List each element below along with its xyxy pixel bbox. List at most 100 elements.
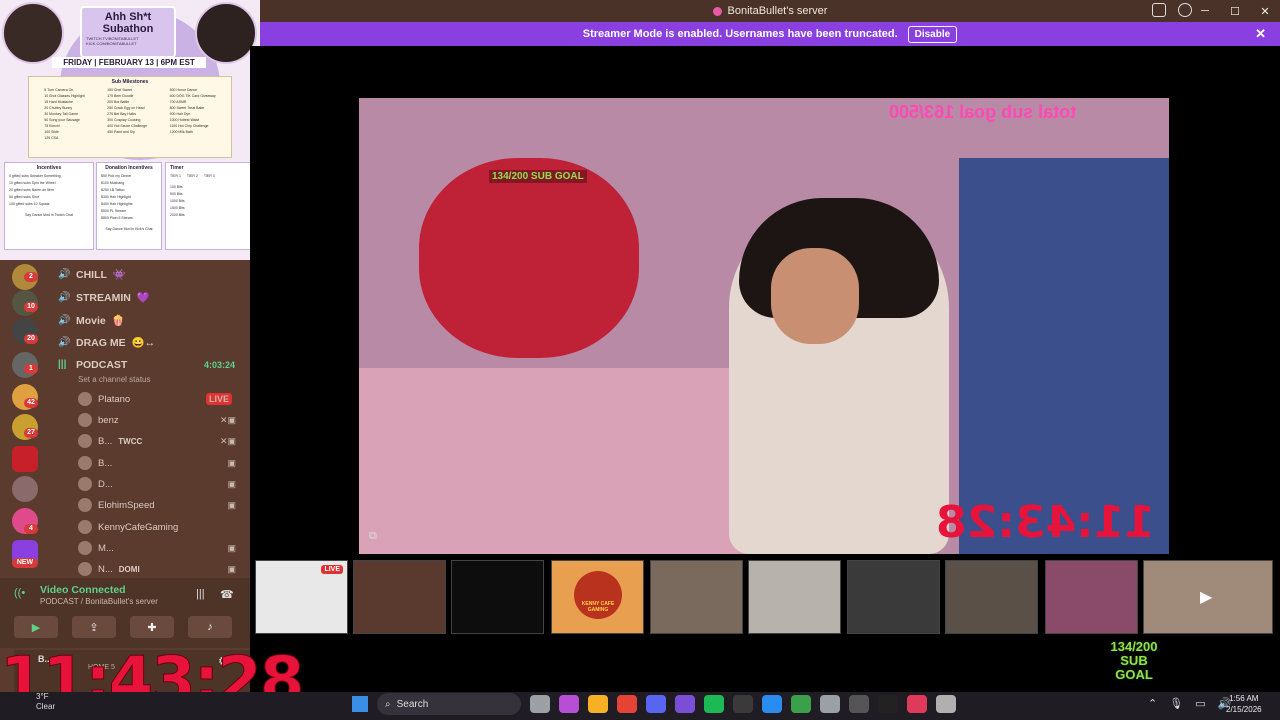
participant-tile[interactable] [650, 560, 743, 634]
donation-item: $500 PL Stream [101, 209, 127, 213]
milestone-item: 1200 Milk Bath [169, 130, 193, 134]
taskbar-app-icon[interactable] [675, 695, 695, 713]
disconnect-icon[interactable]: ☎ [220, 588, 234, 601]
speaker-icon: 🔊 [58, 336, 71, 348]
maximize-button[interactable]: ☐ [1220, 5, 1250, 18]
voice-user[interactable]: N... DOMI ▣ [78, 562, 238, 576]
inbox-icon[interactable] [1152, 3, 1166, 17]
taskbar-app-icon[interactable] [733, 695, 753, 713]
taskbar-app-icon[interactable] [820, 695, 840, 713]
voice-location[interactable]: PODCAST / BonitaBullet's server [40, 597, 158, 606]
close-window-button[interactable]: ✕ [1250, 5, 1280, 18]
avatar [78, 434, 92, 448]
windows-start-icon[interactable] [352, 696, 368, 712]
voice-user[interactable]: Platano LIVE [78, 392, 238, 406]
camera-button[interactable]: ▶ [14, 616, 58, 638]
sub-goal-overlay: 134/200 SUB GOAL [1110, 639, 1158, 682]
channel-streamin[interactable]: 🔊 STREAMIN 💜 [58, 291, 150, 305]
donation-item: $100 Mukbang [101, 181, 125, 185]
minimize-button[interactable]: ─ [1190, 5, 1220, 17]
incentive-item: 10 gifted subs Spin the Wheel [9, 181, 56, 185]
poster-title: Ahh Sh*t Subathon [80, 6, 176, 58]
taskbar-app-icon[interactable] [849, 695, 869, 713]
avatar [78, 498, 92, 512]
discord-icon [712, 6, 722, 16]
voice-user[interactable]: ElohimSpeed ▣ [78, 498, 238, 512]
taskbar-app-icon[interactable] [936, 695, 956, 713]
poster-links: TWITCH.TV/BONITABULLET KICK.COM/BONITABU… [86, 36, 139, 46]
window-titlebar: BonitaBullet's server [260, 0, 1280, 22]
voice-user[interactable]: B... ▣ [78, 456, 238, 470]
server-list: 2 10 20 1 42 27 4 NEW [0, 260, 48, 575]
voice-user[interactable]: benz ✕▣ [78, 413, 238, 427]
system-tray: ⌃ 🎙 ▭ 🔊 [1148, 697, 1231, 710]
donation-item: $400 Hair Highlights [101, 202, 133, 206]
milestone-column: 5 Turn Camera On 10 Shot Glasses Highligh… [44, 87, 84, 141]
participant-tile[interactable] [1045, 560, 1138, 634]
donation-item: $300 Hair Highlight [101, 195, 131, 199]
taskbar-app-icon[interactable] [762, 695, 782, 713]
microphone-icon[interactable]: 🎙 [1169, 697, 1183, 710]
noise-suppression-icon[interactable]: ||| [196, 588, 205, 600]
incentive-item: 20 gifted subs Name an Item [9, 188, 54, 192]
taskbar-app-icon[interactable] [617, 695, 637, 713]
taskbar-app-icon[interactable] [704, 695, 724, 713]
server-icon[interactable] [12, 446, 38, 472]
disable-streamer-mode-button[interactable]: Disable [907, 25, 958, 43]
taskbar-search[interactable]: ⌕ Search [377, 693, 521, 715]
taskbar-app-icon[interactable] [530, 695, 550, 713]
timer-item: 1500 Bits [170, 206, 185, 210]
participant-tile[interactable] [945, 560, 1038, 634]
soundboard-button[interactable]: ♪ [188, 616, 232, 638]
server-icon[interactable] [12, 476, 38, 502]
participant-tile[interactable]: KENNY CAFE GAMING [551, 560, 644, 634]
voice-status: Video Connected [40, 584, 126, 596]
voice-connection-panel: ((• Video Connected PODCAST / BonitaBull… [0, 578, 250, 648]
voice-active-icon: ||| [58, 359, 67, 370]
mirrored-timer: 11:43:28 [936, 497, 1155, 548]
main-stream-video[interactable]: total sub goal 163/500 134/200 SUB GOAL … [359, 98, 1169, 554]
voice-user[interactable]: D... ▣ [78, 477, 238, 491]
participant-tile[interactable] [353, 560, 446, 634]
voice-user[interactable]: M... ▣ [78, 541, 238, 555]
voice-user[interactable]: B... TWCC ✕▣ [78, 434, 238, 448]
weather-widget[interactable]: 3°F Clear [36, 692, 55, 712]
close-icon[interactable]: ✕ [1255, 26, 1266, 42]
taskbar-app-icon[interactable] [646, 695, 666, 713]
taskbar-app-icon[interactable] [588, 695, 608, 713]
avatar [78, 541, 92, 555]
chevron-up-icon[interactable]: ⌃ [1148, 697, 1157, 710]
channel-status[interactable]: Set a channel status [78, 375, 151, 384]
network-icon[interactable]: ▭ [1195, 697, 1205, 710]
pop-out-icon[interactable]: ⧉ [369, 530, 377, 543]
channel-drag-me[interactable]: 🔊 DRAG ME 😀↔ [58, 336, 155, 350]
kenny-cafe-logo: KENNY CAFE GAMING [574, 571, 622, 619]
participant-tile[interactable] [748, 560, 841, 634]
taskbar-app-icon[interactable] [791, 695, 811, 713]
channel-movie[interactable]: 🔊 Movie 🍿 [58, 314, 125, 328]
voice-user[interactable]: KennyCafeGaming [78, 520, 238, 534]
taskbar-app-icon[interactable] [907, 695, 927, 713]
banner-text: Streamer Mode is enabled. Usernames have… [582, 28, 898, 40]
taskbar-app-icon[interactable] [559, 695, 579, 713]
participant-tile[interactable]: LIVE [255, 560, 348, 634]
poster-photo-right [195, 2, 257, 64]
channel-chill[interactable]: 🔊 CHILL 👾 [58, 268, 126, 282]
timer-item: 2000 Bits [170, 213, 185, 217]
avatar [78, 477, 92, 491]
video-icon: ▣ [227, 478, 236, 489]
donation-item: $250 LB Tattoo [101, 188, 125, 192]
video-icon: ▣ [227, 457, 236, 468]
mirrored-sub-goal: total sub goal 163/500 [889, 102, 1077, 122]
avatar [78, 392, 92, 406]
channel-podcast[interactable]: ||| PODCAST 4:03:24 [58, 359, 238, 371]
participant-tile[interactable] [847, 560, 940, 634]
activities-button[interactable]: ✚ [130, 616, 174, 638]
live-badge: LIVE [321, 565, 343, 574]
screen-share-button[interactable]: ⇪ [72, 616, 116, 638]
participant-tile[interactable]: ▶ [1143, 560, 1273, 634]
taskbar-app-icon[interactable] [878, 695, 898, 713]
donation-item: $50 Pick my Dinner [101, 174, 132, 178]
taskbar-clock[interactable]: 1:56 AM 2/15/2026 [1226, 693, 1262, 715]
participant-tile[interactable] [451, 560, 544, 634]
